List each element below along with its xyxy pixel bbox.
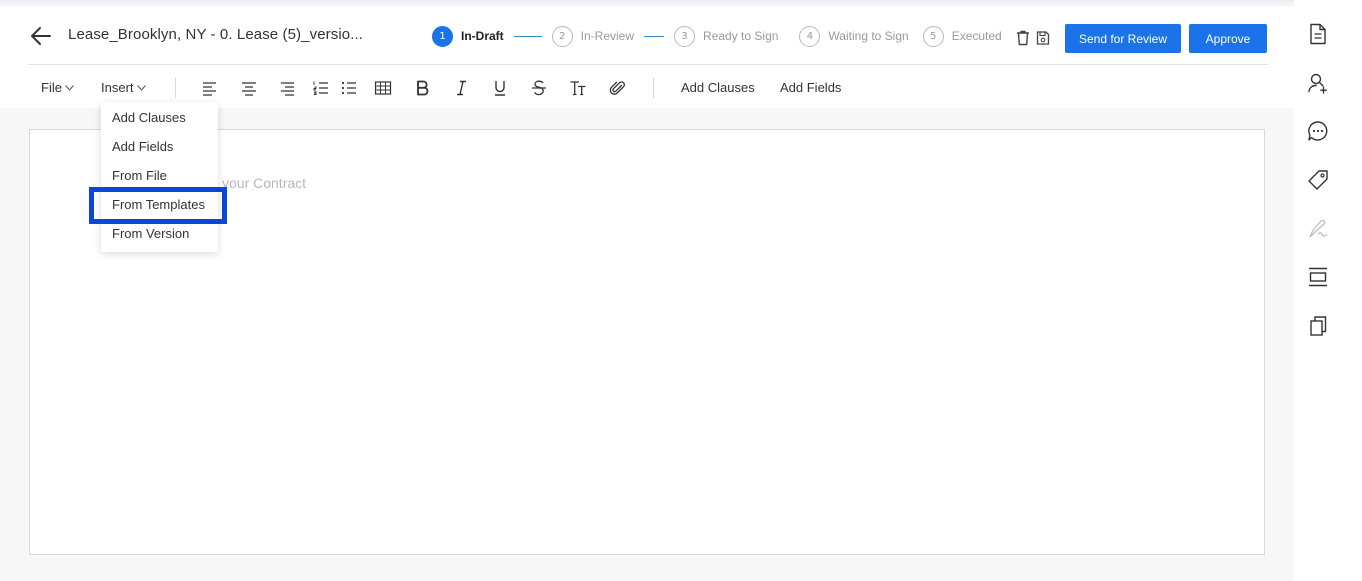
save-icon[interactable] (1036, 30, 1050, 46)
strikethrough-icon[interactable] (530, 80, 548, 96)
right-sidebar (1294, 0, 1362, 581)
document-icon[interactable] (1307, 23, 1329, 45)
layout-icon[interactable] (1307, 266, 1329, 288)
align-left-icon[interactable] (201, 80, 219, 96)
editor-placeholder: your Contract (222, 175, 307, 191)
file-menu-label: File (41, 80, 62, 95)
approve-button[interactable]: Approve (1189, 24, 1267, 53)
header: Lease_Brooklyn, NY - 0. Lease (5)_versio… (0, 6, 1294, 108)
toolbar-separator (175, 78, 176, 98)
tag-icon[interactable] (1307, 169, 1329, 191)
step-label: In-Draft (461, 29, 504, 43)
menu-item-from-file[interactable]: From File (101, 163, 218, 189)
step-connector (513, 35, 542, 37)
step-connector (644, 35, 665, 37)
send-for-review-button[interactable]: Send for Review (1065, 24, 1181, 53)
text-size-icon[interactable] (569, 80, 587, 96)
chevron-down-icon (136, 84, 146, 91)
step-label: Waiting to Sign (828, 29, 909, 43)
italic-icon[interactable] (453, 80, 471, 96)
file-menu[interactable]: File (41, 80, 74, 95)
menu-item-add-fields[interactable]: Add Fields (101, 134, 218, 160)
step-number: 1 (432, 25, 453, 47)
toolbar-separator (653, 78, 654, 98)
workflow-stepper: 1 In-Draft 2 In-Review 3 Ready to Sign 4… (432, 24, 1002, 48)
step-number: 2 (551, 25, 573, 47)
step-label: Executed (951, 29, 1002, 43)
add-clauses-button[interactable]: Add Clauses (681, 80, 755, 95)
table-icon[interactable] (374, 80, 392, 96)
comment-icon[interactable] (1307, 120, 1329, 142)
chevron-down-icon (65, 84, 74, 91)
align-center-icon[interactable] (240, 80, 258, 96)
align-right-icon[interactable] (278, 80, 296, 96)
bold-icon[interactable] (414, 80, 432, 96)
trash-icon[interactable] (1016, 30, 1030, 46)
insert-dropdown-menu: Add Clauses Add Fields From File From Te… (101, 102, 218, 252)
insert-menu-label: Insert (101, 80, 134, 95)
copy-icon[interactable] (1307, 315, 1329, 337)
step-number: 3 (674, 25, 696, 47)
underline-icon[interactable] (491, 80, 509, 96)
user-search-icon[interactable] (1307, 72, 1329, 94)
step-number: 5 (922, 25, 944, 47)
insert-menu[interactable]: Insert (101, 80, 146, 95)
step-number: 4 (799, 25, 821, 47)
add-fields-button[interactable]: Add Fields (780, 80, 841, 95)
signature-icon[interactable] (1307, 218, 1329, 240)
step-label: In-Review (580, 29, 635, 43)
step-ready-to-sign[interactable]: 3 Ready to Sign (674, 25, 779, 47)
document-title: Lease_Brooklyn, NY - 0. Lease (5)_versio… (68, 26, 364, 43)
back-arrow-icon[interactable] (30, 26, 52, 46)
menu-item-from-version[interactable]: From Version (101, 221, 218, 247)
step-waiting-to-sign[interactable]: 4 Waiting to Sign (799, 25, 909, 47)
numbered-list-icon[interactable] (312, 80, 330, 96)
step-in-draft[interactable]: 1 In-Draft (432, 25, 504, 47)
step-label: Ready to Sign (703, 29, 779, 43)
main-area: Lease_Brooklyn, NY - 0. Lease (5)_versio… (0, 6, 1294, 581)
attachment-icon[interactable] (609, 80, 627, 96)
step-in-review[interactable]: 2 In-Review (551, 25, 635, 47)
bullet-list-icon[interactable] (340, 80, 358, 96)
menu-item-add-clauses[interactable]: Add Clauses (101, 105, 218, 131)
step-executed[interactable]: 5 Executed (922, 25, 1002, 47)
highlight-box (89, 187, 227, 224)
